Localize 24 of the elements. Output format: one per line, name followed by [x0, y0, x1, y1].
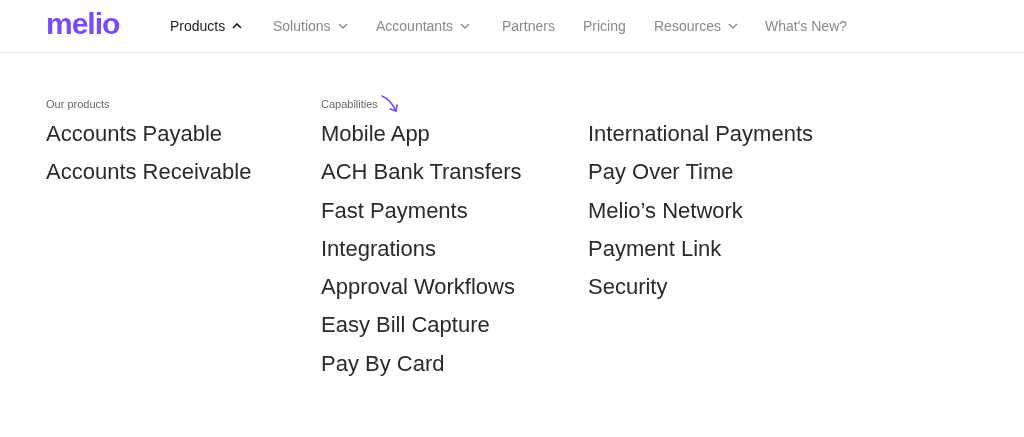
logo[interactable]: melio: [46, 9, 120, 43]
menu-link[interactable]: ACH Bank Transfers: [321, 153, 522, 192]
nav-link[interactable]: Resources: [654, 15, 765, 37]
menu-link[interactable]: Mobile App: [321, 115, 430, 154]
menu-link[interactable]: Pay By Card: [321, 344, 445, 384]
menu-link[interactable]: International Payments: [588, 115, 814, 154]
nav-link[interactable]: Solutions: [273, 15, 376, 37]
column-heading: Our products: [46, 98, 110, 110]
menu-link[interactable]: Approval Workflows: [321, 268, 515, 307]
menu-link[interactable]: Integrations: [321, 229, 436, 269]
nav-link[interactable]: Products: [170, 15, 273, 37]
nav-link[interactable]: Pricing: [583, 15, 654, 37]
nav-link[interactable]: Accountants: [376, 15, 502, 37]
nav-link[interactable]: Partners: [502, 15, 583, 37]
column-heading: Capabilities: [321, 98, 378, 110]
menu-link[interactable]: Easy Bill Capture: [321, 306, 490, 345]
menu-link[interactable]: Accounts Payable: [46, 115, 223, 154]
nav-link[interactable]: What's New?: [765, 15, 865, 37]
menu-link[interactable]: Security: [588, 268, 668, 307]
menu-link[interactable]: Pay Over Time: [588, 153, 734, 192]
menu-link[interactable]: Melio’s Network: [588, 191, 743, 230]
menu-link[interactable]: Fast Payments: [321, 191, 468, 230]
menu-link[interactable]: Accounts Receivable: [46, 153, 252, 192]
menu-link[interactable]: Payment Link: [588, 229, 722, 269]
